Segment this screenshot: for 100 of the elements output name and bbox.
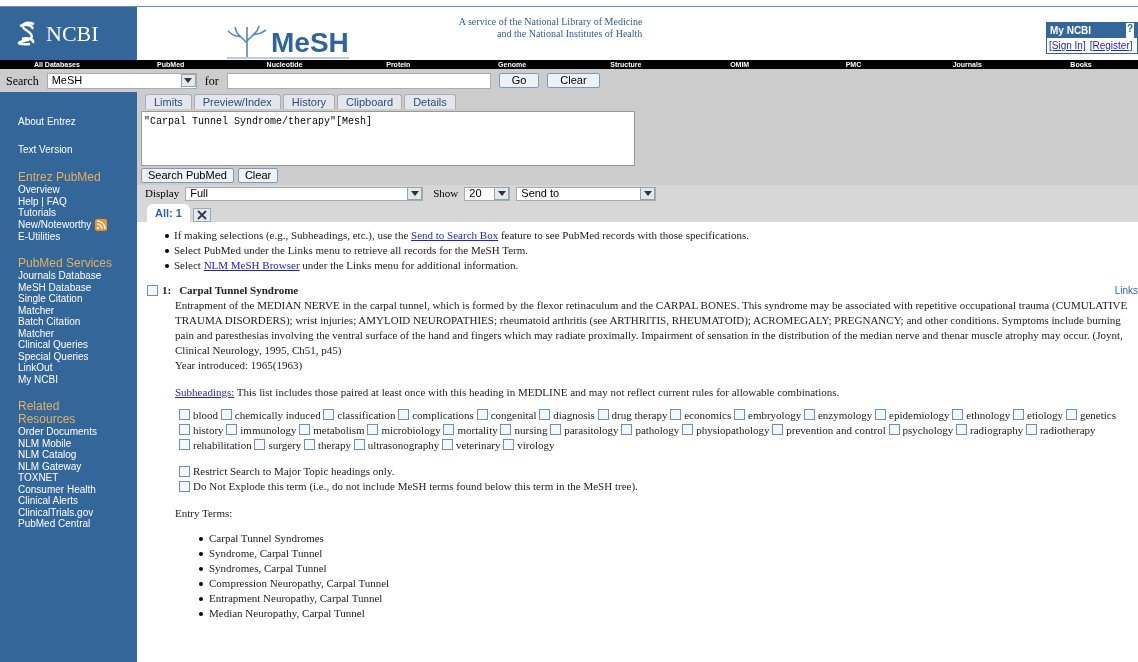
sidebar-link[interactable]: Order Documents — [18, 426, 97, 438]
checkbox[interactable] — [179, 409, 190, 420]
sidebar-link[interactable]: Clinical Queries — [18, 339, 89, 351]
checkbox[interactable] — [353, 439, 365, 450]
subheading-label: diagnosis — [553, 409, 595, 421]
sidebar-link[interactable]: TOXNET — [18, 472, 59, 484]
tip-link[interactable]: Send to Search Box — [411, 229, 499, 241]
checkbox[interactable] — [503, 439, 515, 450]
dropdown-caret-icon[interactable] — [494, 187, 510, 200]
checkbox[interactable] — [441, 439, 453, 450]
sidebar-link[interactable]: Single Citation Matcher — [18, 293, 118, 316]
search-button[interactable]: Go — [498, 73, 540, 88]
account-link[interactable]: [Register] — [1089, 38, 1133, 53]
sidebar-link[interactable]: ClinicalTrials.gov — [18, 506, 94, 518]
bullet-icon — [199, 582, 203, 586]
entry-term: Syndrome, Carpal Tunnel — [209, 546, 323, 561]
checkbox[interactable] — [367, 424, 379, 435]
sidebar-link[interactable]: MeSH Database — [18, 281, 92, 293]
checkbox[interactable] — [443, 424, 455, 435]
sidebar-link[interactable]: Batch Citation Matcher — [18, 316, 118, 339]
bullet-icon — [165, 234, 169, 238]
sidebar-link[interactable]: Consumer Health — [18, 483, 96, 495]
checkbox[interactable] — [220, 409, 232, 420]
send-to-select[interactable]: Send to — [516, 186, 657, 201]
sidebar-link[interactable]: Help | FAQ — [18, 195, 67, 207]
query-button[interactable]: Clear — [237, 168, 279, 183]
sidebar-link[interactable]: My NCBI — [18, 373, 58, 385]
checkbox[interactable] — [1025, 424, 1037, 435]
sidebar-link[interactable]: PubMed Central — [18, 518, 91, 530]
checkbox[interactable] — [1065, 409, 1077, 420]
checkbox[interactable] — [254, 439, 266, 450]
checkbox[interactable] — [323, 409, 335, 420]
checkbox[interactable] — [621, 424, 633, 435]
sidebar-link[interactable]: NLM Mobile — [18, 437, 72, 449]
rss-icon[interactable] — [95, 218, 108, 231]
tip-text: Select PubMed under the Links menu to retrieve all records for the MeSH Term. — [174, 243, 528, 258]
dropdown-caret-icon[interactable] — [180, 74, 196, 87]
sidebar-link[interactable]: LinkOut — [18, 362, 53, 374]
checkbox[interactable] — [303, 439, 315, 450]
dropdown-caret-icon[interactable] — [407, 187, 423, 200]
entry-term: Entrapment Neuropathy, Carpal Tunnel — [209, 591, 383, 606]
tab[interactable]: Clipboard — [337, 94, 403, 109]
tab[interactable]: Details — [404, 94, 456, 109]
checkbox[interactable] — [179, 439, 190, 450]
dropdown-caret-icon[interactable] — [640, 187, 656, 200]
sidebar-link[interactable]: Journals Database — [18, 270, 102, 282]
checkbox[interactable] — [597, 409, 609, 420]
subheading-label: embryology — [748, 409, 802, 421]
sidebar-link[interactable]: Text Version — [18, 143, 73, 155]
search-field[interactable] — [226, 72, 491, 89]
checkbox[interactable] — [476, 409, 488, 420]
checkbox[interactable] — [956, 424, 968, 435]
checkbox[interactable] — [772, 424, 784, 435]
sidebar-link[interactable]: Special Queries — [18, 350, 89, 362]
checkbox[interactable] — [179, 466, 190, 477]
checkbox[interactable] — [1013, 409, 1025, 420]
tab[interactable]: Preview/Index — [193, 94, 281, 109]
sidebar-link[interactable]: Clinical Alerts — [18, 495, 79, 507]
checkbox[interactable] — [734, 409, 745, 420]
checkbox[interactable] — [179, 481, 190, 492]
links-menu[interactable]: Links — [1114, 283, 1138, 298]
checkbox[interactable] — [682, 424, 694, 435]
tab[interactable]: Limits — [145, 94, 192, 109]
checkbox[interactable] — [803, 409, 815, 420]
sidebar-link[interactable]: Tutorials — [18, 207, 56, 219]
checkbox[interactable] — [299, 424, 311, 435]
sidebar-link[interactable]: About Entrez — [18, 116, 76, 128]
page-size-select[interactable]: 20 — [464, 186, 511, 201]
checkbox[interactable] — [875, 409, 887, 420]
query-field[interactable]: "Carpal Tunnel Syndrome/therapy"[Mesh] — [141, 111, 635, 166]
checkbox[interactable] — [550, 424, 562, 435]
search-button[interactable]: Clear — [547, 73, 600, 88]
subheading-label: enzymology — [817, 409, 873, 421]
sidebar-link[interactable]: New/Noteworthy — [18, 218, 92, 231]
checkbox[interactable] — [952, 409, 964, 420]
checkbox[interactable] — [147, 285, 158, 296]
format-select[interactable]: Full — [185, 186, 424, 201]
sidebar-link[interactable]: NLM Catalog — [18, 449, 77, 461]
sidebar-link[interactable]: NLM Gateway — [18, 460, 82, 472]
tab[interactable]: History — [282, 94, 336, 109]
help-icon[interactable]: ? — [1125, 23, 1134, 38]
query-button[interactable]: Search PubMed — [141, 168, 234, 183]
account-link[interactable]: [Sign In] — [1049, 38, 1086, 53]
checkbox[interactable] — [888, 424, 900, 435]
subheadings-link[interactable]: Subheadings: — [175, 386, 235, 398]
database-select[interactable]: MeSH — [46, 72, 197, 89]
subheading-label: radiography — [970, 424, 1024, 436]
checkbox[interactable] — [500, 424, 512, 435]
checkbox[interactable] — [179, 424, 190, 435]
subheading-label: blood — [193, 409, 219, 421]
sidebar-link[interactable]: Overview — [18, 184, 60, 196]
record-title[interactable]: Carpal Tunnel Syndrome — [179, 283, 299, 298]
checkbox[interactable] — [670, 409, 682, 420]
sidebar-link[interactable]: E-Utilities — [18, 230, 61, 242]
checkbox[interactable] — [398, 409, 410, 420]
tip-link[interactable]: NLM MeSH Browser — [203, 259, 300, 271]
checkbox[interactable] — [539, 409, 551, 420]
checkbox[interactable] — [226, 424, 238, 435]
subheading-label: drug therapy — [611, 409, 668, 421]
results-tab[interactable]: All: 1 — [147, 204, 190, 222]
